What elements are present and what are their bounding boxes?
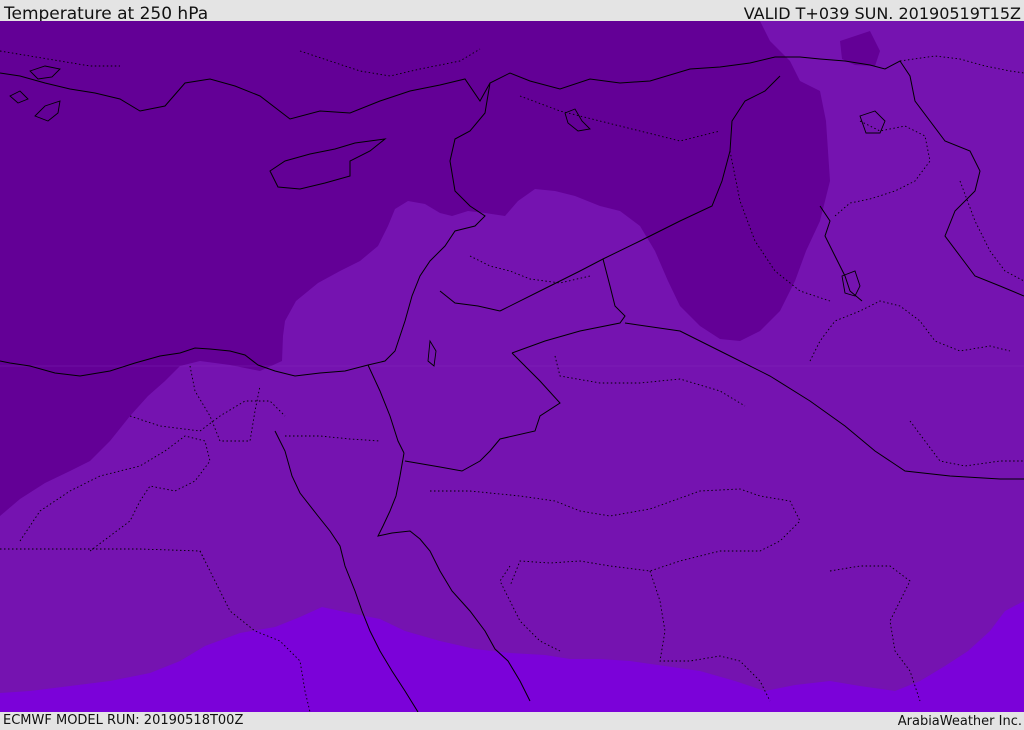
footer-bar: ECMWF MODEL RUN: 20190518T00Z ArabiaWeat… xyxy=(0,712,1024,729)
model-run-label: ECMWF MODEL RUN: 20190518T00Z xyxy=(3,713,244,728)
temperature-map xyxy=(0,21,1024,712)
credit-label: ArabiaWeather Inc. xyxy=(897,714,1022,729)
header-bar: Temperature at 250 hPa VALID T+039 SUN. … xyxy=(0,0,1024,24)
map-canvas[interactable] xyxy=(0,21,1024,712)
